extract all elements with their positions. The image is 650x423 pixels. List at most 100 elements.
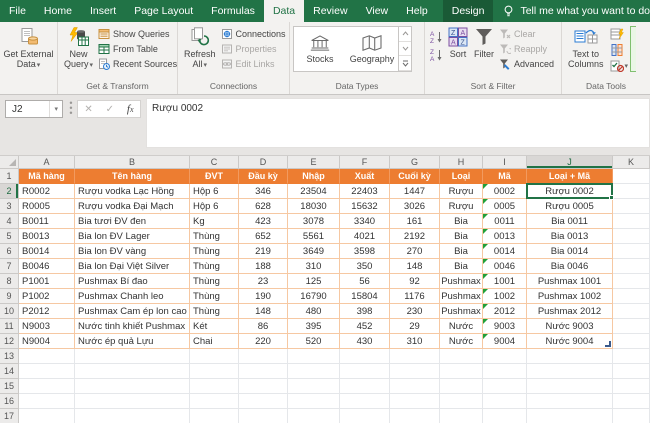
- row-header-3[interactable]: 3: [0, 199, 19, 214]
- cell-E7[interactable]: 310: [288, 259, 340, 274]
- cell-K7[interactable]: [613, 259, 650, 274]
- cell-F9[interactable]: 15804: [340, 289, 390, 304]
- properties-button[interactable]: Properties: [219, 42, 288, 56]
- cell-A3[interactable]: R0005: [19, 199, 75, 214]
- cell-D13[interactable]: [239, 349, 288, 364]
- cell-I10[interactable]: 2012: [483, 304, 527, 319]
- cell-A7[interactable]: B0046: [19, 259, 75, 274]
- cell-D15[interactable]: [239, 379, 288, 394]
- cell-C6[interactable]: Thùng: [190, 244, 239, 259]
- geography-button[interactable]: Geography: [346, 27, 398, 71]
- tab-help[interactable]: Help: [397, 0, 437, 22]
- row-header-9[interactable]: 9: [0, 289, 19, 304]
- cell-D12[interactable]: 220: [239, 334, 288, 349]
- cell-J11[interactable]: Nước 9003: [527, 319, 613, 334]
- row-header-12[interactable]: 12: [0, 334, 19, 349]
- cell-E2[interactable]: 23504: [288, 184, 340, 199]
- cell-E4[interactable]: 3078: [288, 214, 340, 229]
- cell-D9[interactable]: 190: [239, 289, 288, 304]
- tab-review[interactable]: Review: [304, 0, 356, 22]
- cell-E16[interactable]: [288, 394, 340, 409]
- cell-H4[interactable]: Bia: [440, 214, 483, 229]
- cell-F10[interactable]: 398: [340, 304, 390, 319]
- refresh-all-button[interactable]: RefreshAll▾: [181, 26, 219, 72]
- cell-J4[interactable]: Bia 0011: [527, 214, 613, 229]
- cell-F2[interactable]: 22403: [340, 184, 390, 199]
- cell-E3[interactable]: 18030: [288, 199, 340, 214]
- cell-J9[interactable]: Pushmax 1002: [527, 289, 613, 304]
- cell-G13[interactable]: [390, 349, 440, 364]
- cell-J8[interactable]: Pushmax 1001: [527, 274, 613, 289]
- cell-F11[interactable]: 452: [340, 319, 390, 334]
- tab-file[interactable]: File: [0, 0, 35, 22]
- cell-H11[interactable]: Nước: [440, 319, 483, 334]
- cell-A16[interactable]: [19, 394, 75, 409]
- row-header-7[interactable]: 7: [0, 259, 19, 274]
- cell-A5[interactable]: B0013: [19, 229, 75, 244]
- gallery-down-button[interactable]: [399, 42, 411, 57]
- cell-D8[interactable]: 23: [239, 274, 288, 289]
- cell-K3[interactable]: [613, 199, 650, 214]
- row-header-15[interactable]: 15: [0, 379, 19, 394]
- tab-view[interactable]: View: [357, 0, 398, 22]
- cell-B11[interactable]: Nước tinh khiết Pushmax: [75, 319, 190, 334]
- cell-K17[interactable]: [613, 409, 650, 423]
- cell-G11[interactable]: 29: [390, 319, 440, 334]
- cell-H10[interactable]: Pushmax: [440, 304, 483, 319]
- row-header-1[interactable]: 1: [0, 169, 19, 184]
- cell-B13[interactable]: [75, 349, 190, 364]
- cell-I14[interactable]: [483, 364, 527, 379]
- cell-B7[interactable]: Bia lon Đại Việt Silver: [75, 259, 190, 274]
- row-header-4[interactable]: 4: [0, 214, 19, 229]
- cell-B8[interactable]: Pushmax Bí đao: [75, 274, 190, 289]
- cell-G12[interactable]: 310: [390, 334, 440, 349]
- name-box-caret-icon[interactable]: ▾: [49, 101, 62, 117]
- cell-G7[interactable]: 148: [390, 259, 440, 274]
- cell-J5[interactable]: Bia 0013: [527, 229, 613, 244]
- cell-A15[interactable]: [19, 379, 75, 394]
- cell-G17[interactable]: [390, 409, 440, 423]
- row-header-17[interactable]: 17: [0, 409, 19, 423]
- cell-K15[interactable]: [613, 379, 650, 394]
- cell-I3[interactable]: 0005: [483, 199, 527, 214]
- cell-A11[interactable]: N9003: [19, 319, 75, 334]
- cell-B16[interactable]: [75, 394, 190, 409]
- data-validation-button[interactable]: ▾: [610, 60, 629, 72]
- sort-az-button[interactable]: AZ: [428, 29, 445, 43]
- cell-G15[interactable]: [390, 379, 440, 394]
- cell-H9[interactable]: Pushmax: [440, 289, 483, 304]
- cell-C9[interactable]: Thùng: [190, 289, 239, 304]
- tab-insert[interactable]: Insert: [81, 0, 125, 22]
- cell-I4[interactable]: 0011: [483, 214, 527, 229]
- cell-I2[interactable]: 0002: [483, 184, 527, 199]
- cell-J6[interactable]: Bia 0014: [527, 244, 613, 259]
- cell-G2[interactable]: 1447: [390, 184, 440, 199]
- cell-B5[interactable]: Bia lon ĐV Lager: [75, 229, 190, 244]
- cell-G8[interactable]: 92: [390, 274, 440, 289]
- cell-G9[interactable]: 1176: [390, 289, 440, 304]
- recent-sources-button[interactable]: Recent Sources: [96, 57, 179, 71]
- cell-D10[interactable]: 148: [239, 304, 288, 319]
- cell-H17[interactable]: [440, 409, 483, 423]
- row-header-5[interactable]: 5: [0, 229, 19, 244]
- cell-F6[interactable]: 3598: [340, 244, 390, 259]
- from-table-button[interactable]: From Table: [96, 42, 179, 56]
- cell-D2[interactable]: 346: [239, 184, 288, 199]
- cell-K5[interactable]: [613, 229, 650, 244]
- cell-B12[interactable]: Nước ép quả Lựu: [75, 334, 190, 349]
- cell-H16[interactable]: [440, 394, 483, 409]
- gallery-more-button[interactable]: [399, 56, 411, 71]
- cell-D6[interactable]: 219: [239, 244, 288, 259]
- column-header-A[interactable]: A: [19, 156, 75, 169]
- row-header-14[interactable]: 14: [0, 364, 19, 379]
- cell-E10[interactable]: 480: [288, 304, 340, 319]
- cell-J13[interactable]: [527, 349, 613, 364]
- cell-I13[interactable]: [483, 349, 527, 364]
- cell-I8[interactable]: 1001: [483, 274, 527, 289]
- row-header-13[interactable]: 13: [0, 349, 19, 364]
- cell-G6[interactable]: 270: [390, 244, 440, 259]
- cell-B4[interactable]: Bia tươi ĐV đen: [75, 214, 190, 229]
- flash-fill-button[interactable]: [610, 28, 629, 42]
- column-header-G[interactable]: G: [390, 156, 440, 169]
- filter-button[interactable]: Filter: [471, 26, 497, 60]
